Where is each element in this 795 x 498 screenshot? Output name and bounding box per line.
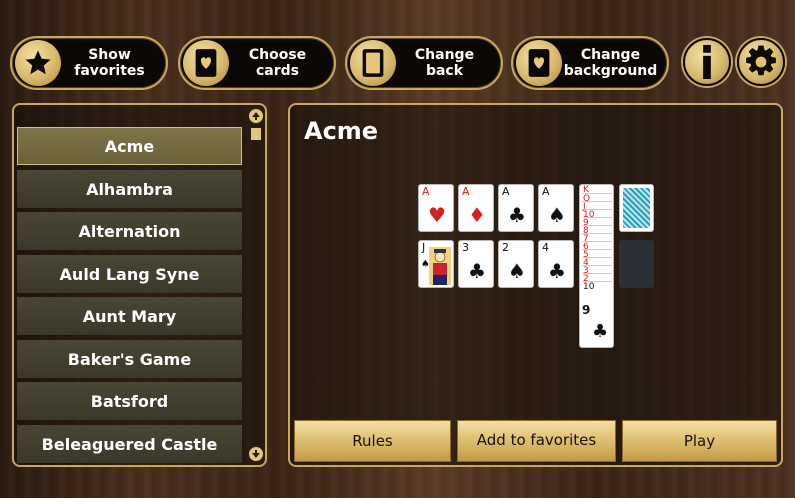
list-item-label: Acme xyxy=(104,136,155,156)
game-list-panel: Acme Alhambra Alternation Auld Lang Syne… xyxy=(12,103,267,467)
empty-card-slot xyxy=(619,240,654,288)
preview-card: A ♥ xyxy=(418,184,454,232)
cascade-rank: 10 xyxy=(582,281,612,293)
card-rank: A xyxy=(502,185,510,198)
list-item-label: Batsford xyxy=(90,391,169,411)
club-suit-icon: ♣ xyxy=(548,259,566,283)
card-heart-icon xyxy=(516,40,562,86)
card-rank: A xyxy=(542,185,550,198)
card-rank: 3 xyxy=(462,241,469,254)
game-title: Acme xyxy=(304,117,379,145)
preview-cascade: K Q J 10 9 8 7 6 5 4 3 2 10 9 ♣ xyxy=(579,184,614,348)
spade-suit-icon: ♠ xyxy=(508,259,526,283)
card-rank: A xyxy=(422,185,430,198)
list-item[interactable]: Acme xyxy=(17,127,242,165)
scroll-down-button[interactable] xyxy=(247,445,265,463)
arrow-down-icon xyxy=(252,450,260,458)
list-item[interactable]: Auld Lang Syne xyxy=(17,255,242,293)
change-back-button[interactable]: Change back xyxy=(345,36,503,90)
change-background-label: Change background xyxy=(563,47,658,79)
scrollbar-thumb[interactable] xyxy=(250,127,262,141)
preview-card: A ♦ xyxy=(458,184,494,232)
scroll-up-button[interactable] xyxy=(247,107,265,125)
play-label: Play xyxy=(683,432,716,450)
change-background-button[interactable]: Change background xyxy=(511,36,669,90)
club-suit-icon: ♣ xyxy=(508,203,526,227)
club-suit-icon: ♣ xyxy=(468,259,486,283)
list-item-label: Alhambra xyxy=(86,179,173,199)
rules-label: Rules xyxy=(352,432,393,450)
club-suit-icon: ♣ xyxy=(592,321,609,342)
rules-button[interactable]: Rules xyxy=(294,420,451,462)
card-back-pattern xyxy=(623,188,650,228)
preview-card: 3 ♣ xyxy=(458,240,494,288)
preview-card: A ♣ xyxy=(498,184,534,232)
list-item[interactable]: Beleaguered Castle xyxy=(17,425,242,463)
list-item[interactable]: Aunt Mary xyxy=(17,297,242,335)
preview-card: 2 ♠ xyxy=(498,240,534,288)
spade-suit-icon: ♠ xyxy=(548,203,566,227)
card-back-icon xyxy=(350,40,396,86)
list-item-label: Baker's Game xyxy=(67,349,192,369)
preview-card: J ♠ xyxy=(418,240,454,288)
spade-suit-icon: ♠ xyxy=(421,259,430,270)
card-rank: 2 xyxy=(502,241,509,254)
cascade-bottom-rank: 9 xyxy=(582,303,591,317)
add-to-favorites-button[interactable]: Add to favorites xyxy=(457,420,616,462)
card-rank: J xyxy=(422,241,426,254)
list-item-label: Beleaguered Castle xyxy=(41,434,218,454)
play-button[interactable]: Play xyxy=(622,420,777,462)
card-heart-icon xyxy=(183,40,229,86)
show-favorites-label: Show favorites xyxy=(74,47,145,79)
choose-cards-button[interactable]: Choose cards xyxy=(178,36,336,90)
heart-suit-icon: ♥ xyxy=(428,203,446,227)
preview-card-back xyxy=(619,184,654,232)
diamond-suit-icon: ♦ xyxy=(468,203,486,227)
show-favorites-button[interactable]: Show favorites xyxy=(10,36,168,90)
card-rank: A xyxy=(462,185,470,198)
game-detail-panel xyxy=(288,103,783,467)
change-back-label: Change back xyxy=(414,47,475,79)
preview-card: 4 ♣ xyxy=(538,240,574,288)
list-item[interactable]: Alternation xyxy=(17,212,242,250)
info-button[interactable] xyxy=(683,38,731,86)
card-rank: 4 xyxy=(542,241,549,254)
gear-icon xyxy=(746,45,776,76)
add-to-favorites-label: Add to favorites xyxy=(476,431,597,449)
preview-card: A ♠ xyxy=(538,184,574,232)
choose-cards-label: Choose cards xyxy=(248,47,307,79)
list-item-label: Aunt Mary xyxy=(82,306,177,326)
jack-face-icon xyxy=(429,247,451,285)
list-item[interactable]: Batsford xyxy=(17,382,242,420)
info-icon xyxy=(703,45,711,79)
list-item-label: Auld Lang Syne xyxy=(59,264,200,284)
list-item[interactable]: Baker's Game xyxy=(17,340,242,378)
arrow-up-icon xyxy=(252,112,260,120)
star-icon xyxy=(15,40,61,86)
list-item[interactable]: Alhambra xyxy=(17,170,242,208)
list-item-label: Alternation xyxy=(78,221,181,241)
settings-button[interactable] xyxy=(737,38,785,86)
